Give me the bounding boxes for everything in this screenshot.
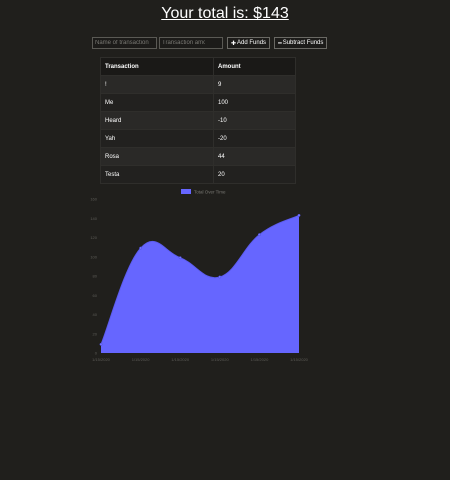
- data-point: [218, 275, 222, 279]
- plus-icon: ✚: [231, 40, 237, 47]
- transaction-amount-cell: 44: [213, 147, 296, 166]
- table-row: Testa 20: [100, 165, 296, 184]
- transaction-amount-cell: -20: [213, 129, 296, 148]
- data-point: [297, 213, 301, 217]
- y-tick-label: 20: [93, 331, 98, 336]
- y-tick-label: 120: [90, 235, 97, 240]
- minus-icon: ━: [278, 40, 282, 47]
- table-row: ! 9: [100, 75, 296, 94]
- x-tick-label: 1/15/2020: [132, 357, 151, 362]
- subtract-funds-button[interactable]: ━ Subtract Funds: [274, 37, 328, 49]
- column-header-amount: Amount: [213, 57, 296, 76]
- y-tick-label: 140: [90, 216, 97, 221]
- table-row: Heard -10: [100, 111, 296, 130]
- y-tick-label: 40: [93, 312, 98, 317]
- y-tick-label: 100: [90, 254, 97, 259]
- transaction-amount-cell: 9: [213, 75, 296, 94]
- transaction-form: ✚ Add Funds ━ Subtract Funds: [92, 37, 329, 49]
- series-area-total-over-time: [101, 215, 299, 353]
- legend-swatch: [181, 189, 191, 194]
- data-point: [178, 256, 182, 260]
- transaction-name-cell: !: [100, 75, 214, 94]
- transaction-name-cell: Rosa: [100, 147, 214, 166]
- table-row: Yah -20: [100, 129, 296, 148]
- table-row: Rosa 44: [100, 147, 296, 166]
- transaction-name-cell: Yah: [100, 129, 214, 148]
- transaction-amount-cell: -10: [213, 111, 296, 130]
- data-point: [257, 233, 261, 237]
- transaction-amount-input[interactable]: [159, 37, 223, 49]
- transaction-name-cell: Me: [100, 93, 214, 112]
- transaction-amount-cell: 20: [213, 165, 296, 184]
- table-header-row: Transaction Amount: [100, 57, 296, 76]
- data-point: [139, 246, 143, 250]
- transaction-name-cell: Testa: [100, 165, 214, 184]
- x-tick-label: 1/15/2020: [211, 357, 230, 362]
- x-tick-label: 1/15/2020: [251, 357, 270, 362]
- add-funds-label: Add Funds: [237, 40, 267, 46]
- total-heading: Your total is: $143: [0, 4, 450, 24]
- table-row: Me 100: [100, 93, 296, 112]
- add-funds-button[interactable]: ✚ Add Funds: [227, 37, 271, 49]
- y-tick-label: 80: [93, 274, 98, 279]
- total-label: Your total is: $143: [161, 5, 289, 22]
- x-tick-label: 1/15/2020: [290, 357, 309, 362]
- transactions-table: Transaction Amount ! 9 Me 100 Heard -10 …: [100, 57, 296, 184]
- transaction-name-cell: Heard: [100, 111, 214, 130]
- subtract-funds-label: Subtract Funds: [282, 40, 324, 46]
- x-tick-label: 1/15/2020: [92, 357, 111, 362]
- data-point: [99, 342, 103, 346]
- transaction-amount-cell: 100: [213, 93, 296, 112]
- y-tick-label: 0: [95, 351, 98, 356]
- column-header-transaction: Transaction: [100, 57, 214, 76]
- legend-label: Total Over Time: [194, 190, 226, 195]
- y-tick-label: 60: [93, 293, 98, 298]
- total-over-time-chart: Total Over Time 0 20 40 60 80 100 120 140 160 1/15…: [90, 189, 309, 362]
- transaction-name-input[interactable]: [92, 37, 157, 49]
- x-tick-label: 1/15/2020: [171, 357, 190, 362]
- y-tick-label: 160: [90, 197, 97, 202]
